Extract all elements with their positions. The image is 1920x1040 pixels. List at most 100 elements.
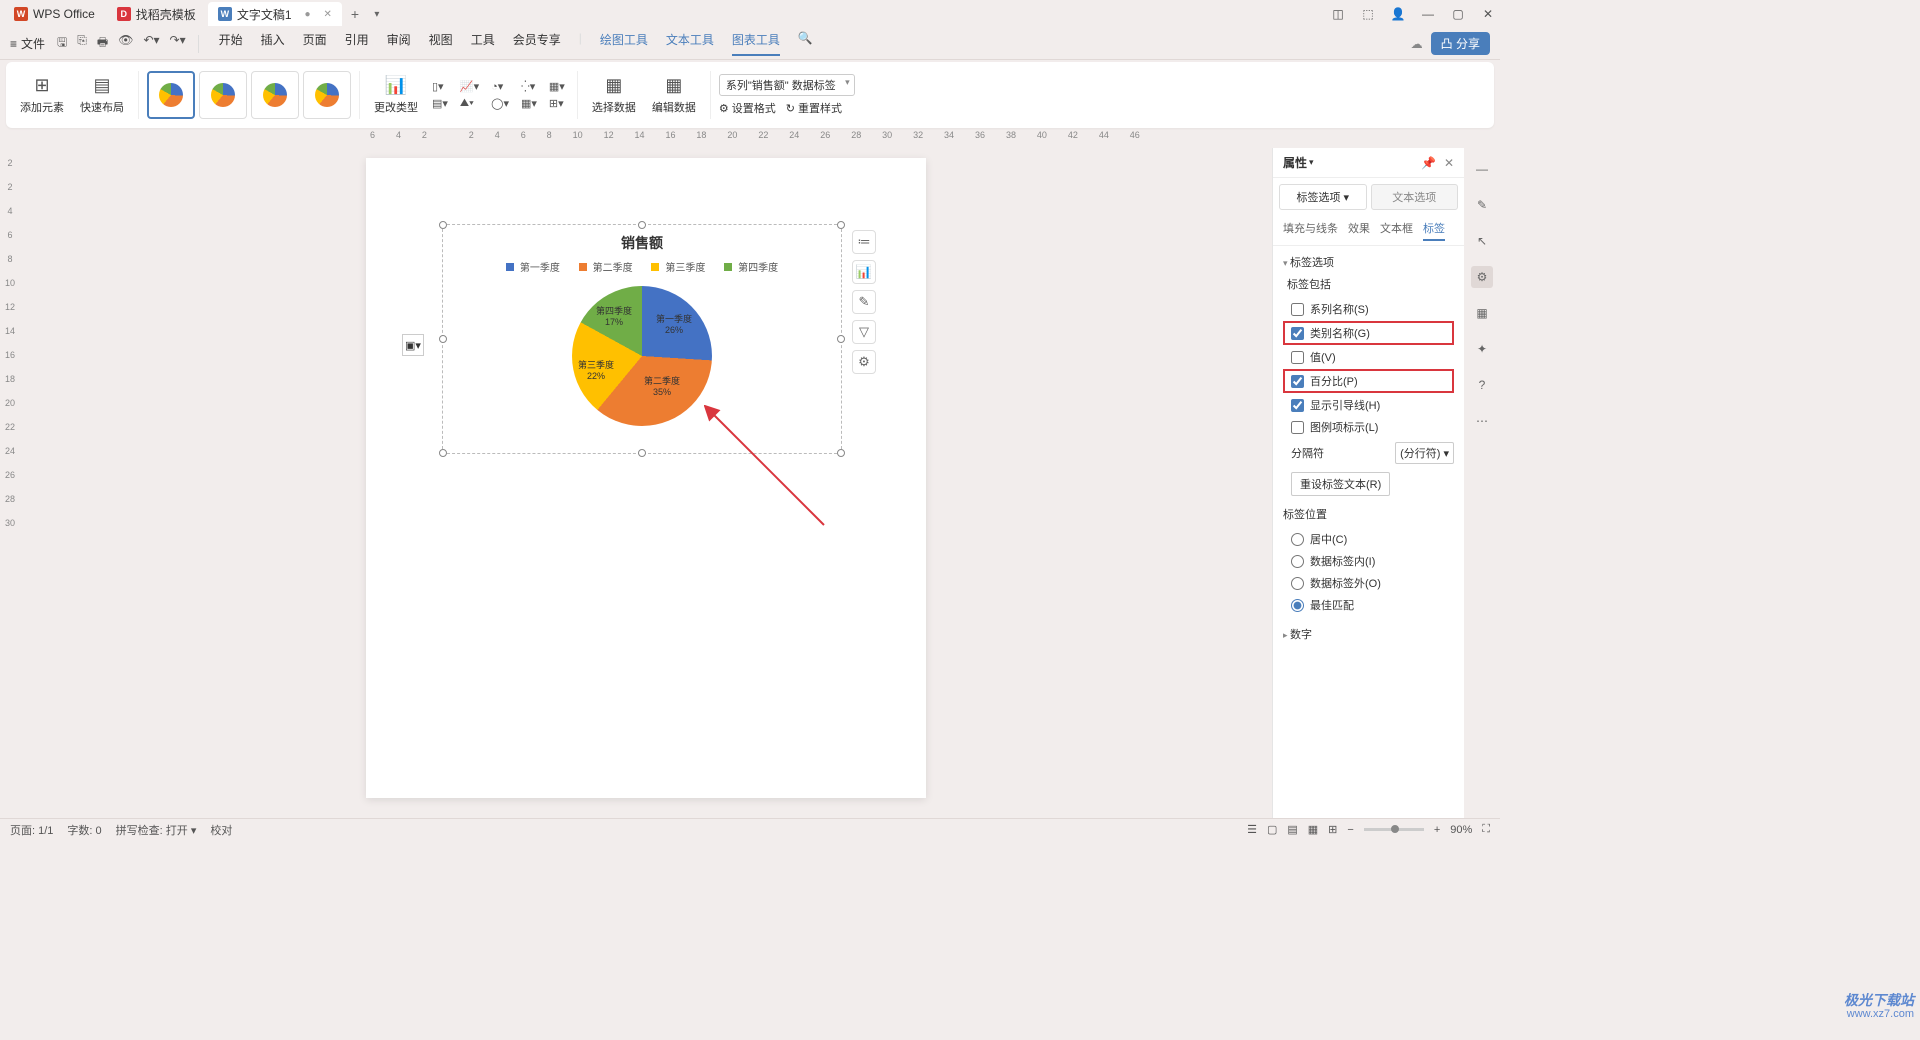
- chart-style-2[interactable]: [199, 71, 247, 119]
- tab-template[interactable]: D 找稻壳模板: [107, 2, 206, 26]
- quick-layout-button[interactable]: ▤ 快速布局: [74, 75, 130, 115]
- tab-tools[interactable]: 工具: [471, 31, 495, 56]
- cube-icon[interactable]: ⬚: [1360, 7, 1376, 21]
- tab-text-options[interactable]: 文本选项: [1371, 184, 1459, 210]
- series-dropdown[interactable]: 系列"销售额" 数据标签: [719, 74, 855, 96]
- close-window-icon[interactable]: ✕: [1480, 7, 1496, 21]
- tab-view[interactable]: 视图: [429, 31, 453, 56]
- donut-dropdown[interactable]: ◯▾: [491, 97, 509, 110]
- set-format-button[interactable]: ⚙ 设置格式: [719, 100, 776, 116]
- search-icon[interactable]: 🔍: [798, 31, 813, 56]
- tab-close-icon[interactable]: ✕: [324, 9, 332, 20]
- scatter-dropdown[interactable]: ⁛▾: [521, 80, 537, 93]
- add-tab-button[interactable]: +: [344, 6, 366, 22]
- pie-dropdown[interactable]: ◔▾: [491, 80, 509, 93]
- section-number[interactable]: 数字: [1283, 626, 1454, 642]
- chart-style-4[interactable]: [303, 71, 351, 119]
- tab-text-tools[interactable]: 文本工具: [666, 31, 714, 56]
- chart-filter-button[interactable]: ▽: [852, 320, 876, 344]
- chart-edit-button[interactable]: ✎: [852, 290, 876, 314]
- zoom-in[interactable]: +: [1434, 824, 1440, 836]
- view-mode-1[interactable]: ☰: [1247, 823, 1257, 836]
- close-panel-icon[interactable]: ✕: [1444, 156, 1454, 170]
- spell-check[interactable]: 拼写检查: 打开 ▾: [116, 822, 197, 838]
- zoom-out[interactable]: −: [1347, 824, 1353, 836]
- rad-center[interactable]: 居中(C): [1283, 528, 1454, 550]
- select-data-button[interactable]: ▦ 选择数据: [586, 75, 642, 115]
- rad-outside[interactable]: 数据标签外(O): [1283, 572, 1454, 594]
- file-menu[interactable]: ≡ 文件: [10, 35, 45, 52]
- chart-styles-button[interactable]: 📊: [852, 260, 876, 284]
- window-dup-icon[interactable]: ◫: [1330, 7, 1346, 21]
- chart-style-3[interactable]: [251, 71, 299, 119]
- rad-bestfit[interactable]: 最佳匹配: [1283, 594, 1454, 616]
- change-type-button[interactable]: 📊 更改类型: [368, 75, 424, 115]
- maximize-icon[interactable]: ▢: [1450, 7, 1466, 21]
- canvas[interactable]: ▣▾ 销售额 第一季度 第二季度 第三季度 第四季度: [20, 148, 1272, 818]
- view-mode-4[interactable]: ▦: [1308, 823, 1318, 836]
- rad-inside[interactable]: 数据标签内(I): [1283, 550, 1454, 572]
- share-button[interactable]: 凸 分享: [1431, 32, 1490, 55]
- chart-settings-button[interactable]: ⚙: [852, 350, 876, 374]
- settings-icon[interactable]: ⚙: [1471, 266, 1493, 288]
- tab-start[interactable]: 开始: [219, 31, 243, 56]
- pin-icon[interactable]: 📌: [1421, 156, 1436, 170]
- chk-category-name[interactable]: 类别名称(G): [1283, 321, 1454, 345]
- save-icon[interactable]: 🖫: [57, 33, 67, 54]
- layers-icon[interactable]: ▦: [1471, 302, 1493, 324]
- line-dropdown[interactable]: 📈▾: [460, 80, 479, 93]
- tab-document[interactable]: W 文字文稿1 ● ✕: [208, 2, 342, 26]
- handle-tm[interactable]: [638, 221, 646, 229]
- minimize-icon[interactable]: —: [1420, 7, 1436, 21]
- subtab-fill[interactable]: 填充与线条: [1283, 220, 1338, 241]
- chk-series-name[interactable]: 系列名称(S): [1283, 298, 1454, 320]
- subtab-effect[interactable]: 效果: [1348, 220, 1370, 241]
- chk-legend-key[interactable]: 图例项标示(L): [1283, 416, 1454, 438]
- collapse-icon[interactable]: —: [1471, 158, 1493, 180]
- reset-style-button[interactable]: ↻ 重置样式: [786, 100, 842, 116]
- view-mode-2[interactable]: ▢: [1267, 823, 1277, 836]
- chart-title[interactable]: 销售额: [443, 225, 841, 253]
- tab-reference[interactable]: 引用: [345, 31, 369, 56]
- chart-style-1[interactable]: [147, 71, 195, 119]
- tools-icon[interactable]: ✦: [1471, 338, 1493, 360]
- handle-mr[interactable]: [837, 335, 845, 343]
- print-icon[interactable]: 🖶: [97, 33, 108, 54]
- tab-list-button[interactable]: ▾: [366, 9, 388, 20]
- app-tab[interactable]: W WPS Office: [4, 2, 105, 26]
- undo-icon[interactable]: ↶▾: [143, 33, 159, 54]
- word-count[interactable]: 字数: 0: [67, 822, 101, 838]
- avatar-icon[interactable]: 👤: [1390, 7, 1406, 21]
- redo-icon[interactable]: ↷▾: [170, 33, 186, 54]
- zoom-level[interactable]: 90%: [1450, 824, 1472, 836]
- area-dropdown[interactable]: ⛰▾: [460, 97, 479, 110]
- tab-review[interactable]: 审阅: [387, 31, 411, 56]
- cloud-icon[interactable]: ☁: [1411, 37, 1423, 51]
- export-icon[interactable]: ⎘: [77, 33, 87, 54]
- select-icon[interactable]: ↖: [1471, 230, 1493, 252]
- preview-icon[interactable]: 👁: [118, 33, 133, 54]
- add-element-button[interactable]: ⊞ 添加元素: [14, 75, 70, 115]
- chk-percent[interactable]: 百分比(P): [1283, 369, 1454, 393]
- chart-object[interactable]: 销售额 第一季度 第二季度 第三季度 第四季度 第一季度26% 第二季度35% …: [442, 224, 842, 454]
- tab-insert[interactable]: 插入: [261, 31, 285, 56]
- tab-page[interactable]: 页面: [303, 31, 327, 56]
- edit-data-button[interactable]: ▦ 编辑数据: [646, 75, 702, 115]
- handle-tr[interactable]: [837, 221, 845, 229]
- handle-tl[interactable]: [439, 221, 447, 229]
- close-icon[interactable]: ●: [305, 9, 311, 20]
- subtab-textbox[interactable]: 文本框: [1380, 220, 1413, 241]
- handle-br[interactable]: [837, 449, 845, 457]
- separator-select[interactable]: (分行符) ▾: [1395, 442, 1454, 464]
- more-dropdown[interactable]: ⊞▾: [549, 97, 565, 110]
- handle-ml[interactable]: [439, 335, 447, 343]
- page[interactable]: ▣▾ 销售额 第一季度 第二季度 第三季度 第四季度: [366, 158, 926, 798]
- pencil-icon[interactable]: ✎: [1471, 194, 1493, 216]
- other-dropdown[interactable]: ▦▾: [549, 80, 565, 93]
- tab-draw-tools[interactable]: 绘图工具: [600, 31, 648, 56]
- view-mode-5[interactable]: ⊞: [1328, 823, 1337, 836]
- chart-elements-button[interactable]: ≔: [852, 230, 876, 254]
- more-icon[interactable]: ⋯: [1471, 410, 1493, 432]
- layout-options-button[interactable]: ▣▾: [402, 334, 424, 356]
- chk-value[interactable]: 值(V): [1283, 346, 1454, 368]
